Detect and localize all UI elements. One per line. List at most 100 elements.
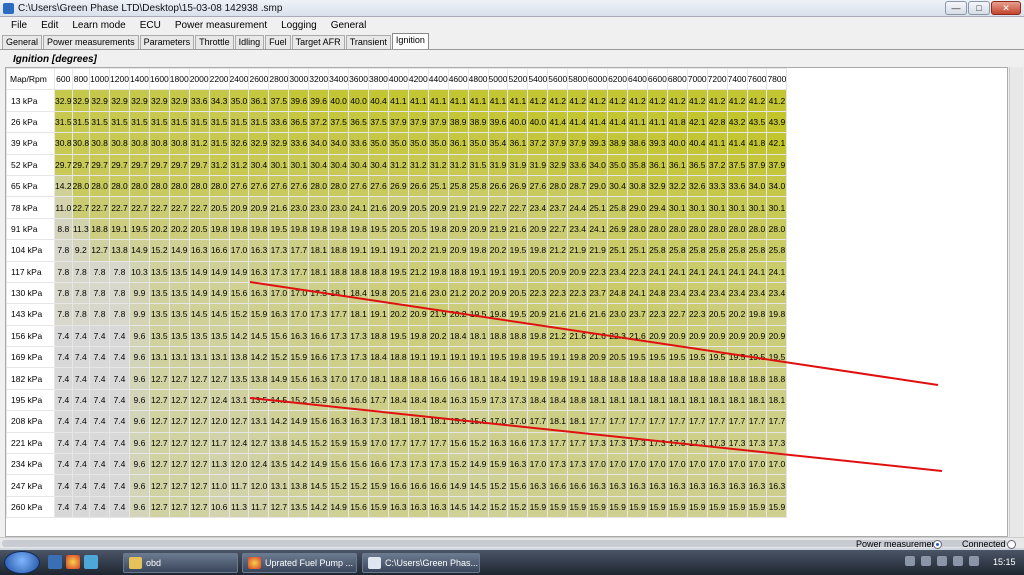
map-cell[interactable]: 9.6 [128, 324, 150, 348]
map-cell[interactable]: 15.9 [587, 495, 609, 519]
map-cell[interactable]: 15.9 [467, 388, 489, 412]
map-cell[interactable]: 18.1 [766, 388, 788, 412]
map-cell[interactable]: 14.9 [447, 474, 469, 497]
map-cell[interactable]: 12.7 [148, 453, 170, 476]
map-cell[interactable]: 15.9 [308, 388, 330, 412]
map-cell[interactable]: 31.5 [71, 110, 91, 134]
map-cell[interactable]: 37.9 [427, 110, 449, 134]
map-cell[interactable]: 18.8 [368, 324, 389, 348]
map-cell[interactable]: 17.7 [607, 410, 628, 433]
map-cell[interactable]: 22.7 [168, 196, 190, 219]
map-cell[interactable]: 12.7 [168, 453, 190, 476]
map-cell[interactable]: 18.8 [407, 367, 429, 390]
tray-icon[interactable] [953, 556, 963, 566]
map-cell[interactable]: 13.5 [148, 260, 170, 283]
map-cell[interactable]: 7.4 [54, 474, 73, 497]
map-cell[interactable]: 17.3 [766, 431, 788, 455]
map-cell[interactable]: 42.8 [706, 110, 728, 134]
map-cell[interactable]: 42.1 [766, 132, 788, 155]
map-cell[interactable]: 31.2 [427, 153, 449, 176]
map-cell[interactable]: 22.7 [547, 217, 569, 241]
map-cell[interactable]: 7.4 [109, 410, 130, 433]
map-cell[interactable]: 18.1 [467, 367, 489, 390]
map-cell[interactable]: 15.2 [487, 495, 509, 519]
map-cell[interactable]: 31.5 [128, 110, 150, 134]
map-cell[interactable]: 11.7 [228, 474, 250, 497]
map-cell[interactable]: 32.2 [666, 174, 688, 198]
map-cell[interactable]: 18.1 [706, 388, 728, 412]
map-cell[interactable]: 15.2 [507, 495, 529, 519]
map-cell[interactable]: 7.4 [71, 388, 91, 412]
map-cell[interactable]: 19.8 [407, 324, 429, 348]
map-cell[interactable]: 16.3 [348, 410, 369, 433]
map-cell[interactable]: 7.4 [71, 324, 91, 348]
map-cell[interactable]: 14.2 [308, 495, 330, 519]
map-cell[interactable]: 36.1 [248, 89, 270, 112]
map-cell[interactable]: 40.4 [686, 132, 708, 155]
map-cell[interactable]: 17.7 [587, 410, 609, 433]
map-cell[interactable]: 28.0 [148, 174, 170, 198]
map-cell[interactable]: 16.6 [308, 324, 330, 348]
map-cell[interactable]: 14.2 [228, 324, 250, 348]
map-cell[interactable]: 31.5 [89, 110, 111, 134]
map-cell[interactable]: 32.9 [248, 132, 270, 155]
map-cell[interactable]: 31.5 [208, 132, 230, 155]
map-cell[interactable]: 17.0 [626, 453, 648, 476]
map-cell[interactable]: 32.9 [148, 89, 170, 112]
tab-target-afr[interactable]: Target AFR [291, 35, 345, 49]
map-cell[interactable]: 32.9 [128, 89, 150, 112]
map-cell[interactable]: 19.5 [626, 346, 648, 369]
map-cell[interactable]: 9.6 [128, 495, 150, 519]
map-cell[interactable]: 17.0 [228, 239, 250, 262]
map-cell[interactable]: 22.3 [646, 303, 668, 326]
map-cell[interactable]: 22.3 [607, 324, 628, 348]
map-cell[interactable]: 19.8 [288, 217, 310, 241]
map-cell[interactable]: 21.2 [547, 324, 569, 348]
map-cell[interactable]: 15.9 [626, 495, 648, 519]
map-cell[interactable]: 12.7 [188, 495, 210, 519]
map-cell[interactable]: 19.1 [407, 346, 429, 369]
map-cell[interactable]: 16.3 [188, 239, 210, 262]
map-cell[interactable]: 39.6 [487, 110, 509, 134]
maximize-button[interactable]: □ [968, 1, 990, 15]
map-cell[interactable]: 30.8 [128, 132, 150, 155]
map-cell[interactable]: 30.1 [726, 196, 748, 219]
map-cell[interactable]: 14.2 [268, 410, 290, 433]
map-cell[interactable]: 41.2 [726, 89, 748, 112]
map-cell[interactable]: 29.7 [168, 153, 190, 176]
map-cell[interactable]: 41.1 [487, 89, 509, 112]
map-cell[interactable]: 27.6 [348, 174, 369, 198]
map-cell[interactable]: 17.3 [348, 324, 369, 348]
map-cell[interactable]: 37.2 [527, 132, 549, 155]
map-cell[interactable]: 23.7 [587, 281, 609, 305]
map-cell[interactable]: 15.2 [228, 303, 250, 326]
map-cell[interactable]: 7.4 [109, 324, 130, 348]
map-cell[interactable]: 25.8 [646, 239, 668, 262]
map-cell[interactable]: 14.2 [467, 495, 489, 519]
map-cell[interactable]: 18.1 [308, 239, 330, 262]
messenger-icon[interactable] [84, 555, 98, 569]
map-cell[interactable]: 18.1 [348, 303, 369, 326]
map-cell[interactable]: 16.3 [248, 281, 270, 305]
map-cell[interactable]: 16.3 [766, 474, 788, 497]
map-cell[interactable]: 12.0 [228, 453, 250, 476]
map-cell[interactable]: 19.1 [507, 260, 529, 283]
map-cell[interactable]: 15.2 [148, 239, 170, 262]
map-cell[interactable]: 7.8 [89, 281, 111, 305]
map-cell[interactable]: 14.9 [208, 281, 230, 305]
map-cell[interactable]: 7.4 [109, 346, 130, 369]
map-cell[interactable]: 12.4 [208, 388, 230, 412]
map-cell[interactable]: 15.9 [348, 431, 369, 455]
map-cell[interactable]: 31.5 [208, 110, 230, 134]
map-cell[interactable]: 16.3 [487, 431, 509, 455]
map-cell[interactable]: 7.4 [109, 367, 130, 390]
map-cell[interactable]: 17.3 [567, 453, 589, 476]
map-cell[interactable]: 12.7 [268, 495, 290, 519]
map-cell[interactable]: 37.9 [547, 132, 569, 155]
map-cell[interactable]: 39.6 [308, 89, 330, 112]
map-cell[interactable]: 15.2 [467, 431, 489, 455]
map-cell[interactable]: 23.4 [607, 260, 628, 283]
map-cell[interactable]: 21.6 [268, 196, 290, 219]
map-cell[interactable]: 31.9 [527, 153, 549, 176]
close-button[interactable]: ✕ [991, 1, 1021, 15]
